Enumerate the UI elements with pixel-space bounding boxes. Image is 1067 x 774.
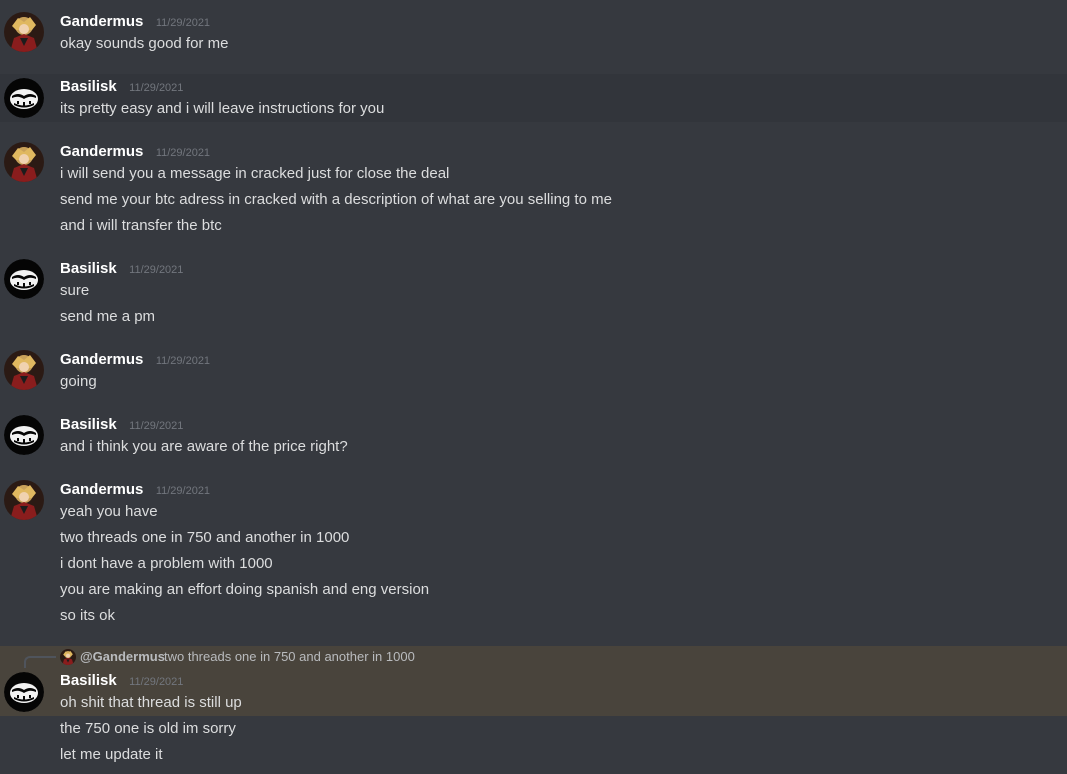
timestamp: 11/29/2021	[155, 147, 211, 159]
username[interactable]: Basilisk	[60, 672, 117, 689]
smiling-mask-avatar-icon	[4, 78, 44, 118]
message-text: and i think you are aware of the price r…	[60, 438, 348, 455]
timestamp: 11/29/2021	[129, 420, 184, 432]
message-group[interactable]: Basilisk 11/29/2021 its pretty easy and …	[0, 74, 1067, 122]
avatar[interactable]	[4, 415, 44, 455]
username[interactable]: Gandermus	[60, 351, 143, 368]
anime-character-avatar-icon	[4, 12, 44, 52]
avatar[interactable]	[4, 480, 44, 520]
reply-reference[interactable]: @Gandermus two threads one in 750 and an…	[0, 646, 1067, 668]
username[interactable]: Basilisk	[60, 78, 117, 95]
reply-username[interactable]: @Gandermus	[80, 646, 165, 668]
timestamp: 11/29/2021	[155, 485, 211, 497]
message-text: two threads one in 750 and another in 10…	[60, 529, 350, 546]
message-text: you are making an effort doing spanish a…	[60, 581, 430, 598]
message-text: send me your btc adress in cracked with …	[60, 191, 612, 208]
message-text: going	[60, 373, 97, 390]
timestamp: 11/29/2021	[155, 355, 211, 367]
timestamp: 11/29/2021	[129, 82, 184, 94]
message-text: send me a pm	[60, 308, 156, 325]
message-text: i dont have a problem with 1000	[60, 555, 273, 572]
message-text: the 750 one is old im sorry	[60, 720, 236, 737]
avatar[interactable]	[4, 142, 44, 182]
smiling-mask-avatar-icon	[4, 259, 44, 299]
message-text: yeah you have	[60, 503, 158, 520]
message-group[interactable]: Gandermus 11/29/2021 going	[0, 344, 1067, 398]
avatar[interactable]	[4, 672, 44, 712]
message-text: sure	[60, 282, 90, 299]
username[interactable]: Basilisk	[60, 416, 117, 433]
message-text: oh shit that thread is still up	[60, 694, 242, 711]
message-text: so its ok	[60, 607, 116, 624]
reply-preview-text[interactable]: two threads one in 750 and another in 10…	[164, 646, 415, 668]
message-group[interactable]: Gandermus 11/29/2021 yeah you have two t…	[0, 474, 1067, 634]
smiling-mask-avatar-icon	[4, 415, 44, 455]
timestamp: 11/29/2021	[155, 17, 211, 29]
username[interactable]: Gandermus	[60, 481, 143, 498]
message-group[interactable]: Gandermus 11/29/2021 i will send you a m…	[0, 136, 1067, 240]
avatar[interactable]	[4, 78, 44, 118]
anime-character-avatar-icon	[4, 350, 44, 390]
message-group[interactable]: Gandermus 11/29/2021 okay sounds good fo…	[0, 0, 1067, 70]
avatar[interactable]	[4, 259, 44, 299]
smiling-mask-avatar-icon	[4, 672, 44, 712]
message-text: its pretty easy and i will leave instruc…	[60, 100, 385, 117]
anime-character-avatar-icon	[4, 142, 44, 182]
username[interactable]: Basilisk	[60, 260, 117, 277]
reply-spine	[24, 656, 56, 668]
message-text: i will send you a message in cracked jus…	[60, 165, 450, 182]
timestamp: 11/29/2021	[129, 676, 184, 688]
avatar[interactable]	[4, 12, 44, 52]
anime-character-avatar-icon	[60, 649, 76, 665]
username[interactable]: Gandermus	[60, 143, 143, 160]
message-group-mention[interactable]: @Gandermus two threads one in 750 and an…	[0, 646, 1067, 716]
message-group[interactable]: Basilisk 11/29/2021 and i think you are …	[0, 409, 1067, 463]
timestamp: 11/29/2021	[129, 264, 184, 276]
message-text: let me update it	[60, 746, 163, 763]
message-text: okay sounds good for me	[60, 35, 229, 52]
username[interactable]: Gandermus	[60, 13, 143, 30]
message-group[interactable]: Basilisk 11/29/2021 sure send me a pm	[0, 253, 1067, 333]
reply-avatar	[60, 649, 76, 665]
avatar[interactable]	[4, 350, 44, 390]
message-text: and i will transfer the btc	[60, 217, 222, 234]
anime-character-avatar-icon	[4, 480, 44, 520]
